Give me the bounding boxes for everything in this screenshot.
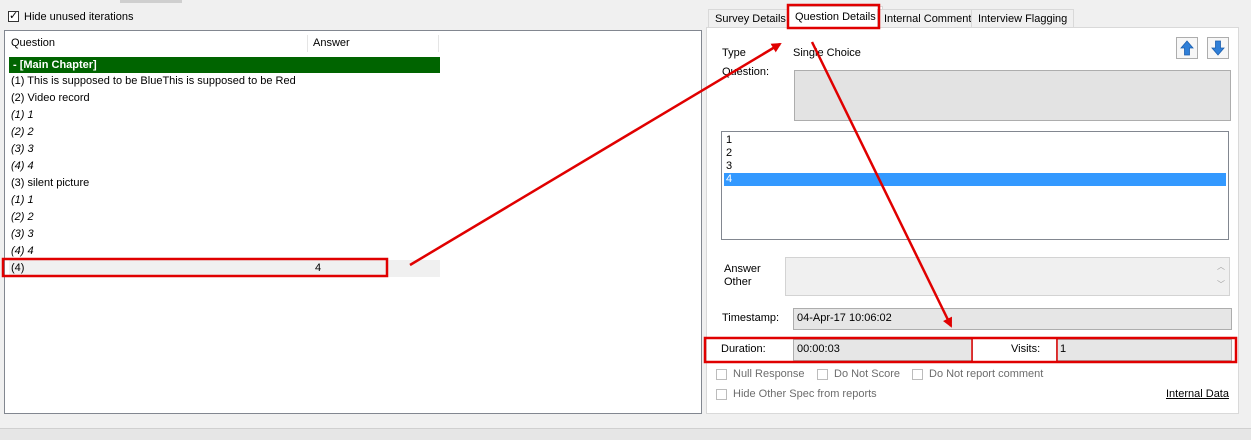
tab-question-details[interactable]: Question Details [788, 6, 883, 28]
column-header-question[interactable]: Question [6, 35, 308, 52]
visits-field: 1 [1056, 339, 1232, 361]
answer-label: Answer [724, 263, 761, 275]
question-answer-grid[interactable]: Question Answer - [Main Chapter] (1) Thi… [4, 30, 702, 414]
row-question: (4) 4 [11, 245, 34, 257]
row-question: (4) [11, 262, 25, 274]
move-up-button[interactable] [1176, 37, 1198, 59]
list-item-selected[interactable]: 4 [724, 173, 1226, 186]
scrollbar[interactable]: ︿ ﹀ [1213, 258, 1229, 295]
null-response-label: Null Response [733, 368, 805, 380]
internal-data-link[interactable]: Internal Data [1166, 388, 1229, 400]
answer-other-field[interactable]: ︿ ﹀ [785, 257, 1230, 296]
row-question: (3) 3 [11, 228, 34, 240]
hide-other-spec-label: Hide Other Spec from reports [733, 388, 877, 400]
arrow-down-icon [1211, 40, 1225, 56]
tab-interview-flagging[interactable]: Interview Flagging [971, 9, 1075, 27]
do-not-report-checkbox[interactable] [912, 369, 923, 380]
do-not-score-label: Do Not Score [834, 368, 901, 380]
null-response-checkbox[interactable] [716, 369, 727, 380]
duration-label: Duration: [721, 343, 766, 355]
arrow-up-icon [1180, 40, 1194, 56]
list-item[interactable]: 1 [724, 134, 1226, 147]
list-item[interactable]: 2 [724, 147, 1226, 160]
hide-unused-label: Hide unused iterations [24, 11, 134, 23]
duration-field: 00:00:03 [793, 339, 973, 361]
visits-value: 1 [1060, 343, 1067, 355]
column-header-answer[interactable]: Answer [308, 35, 439, 52]
chapter-row[interactable]: - [Main Chapter] [9, 57, 440, 73]
tab-internal-comment[interactable]: Internal Comment [877, 9, 979, 27]
row-question: (2) 2 [11, 126, 34, 138]
hide-unused-checkbox[interactable] [8, 9, 19, 23]
answer-options-list[interactable]: 1 2 3 4 [721, 131, 1229, 240]
question-text-field[interactable] [794, 70, 1231, 121]
row-question: (1) This is supposed to be BlueThis is s… [11, 75, 296, 87]
chevron-down-icon: ﹀ [1217, 280, 1225, 289]
row-question: (4) 4 [11, 160, 34, 172]
hide-other-spec-checkbox[interactable] [716, 389, 727, 400]
tab-survey-details[interactable]: Survey Details [708, 9, 793, 27]
row-question: (3) silent picture [11, 177, 90, 189]
visits-label: Visits: [1011, 343, 1041, 355]
move-down-button[interactable] [1207, 37, 1229, 59]
row-question: (3) 3 [11, 143, 34, 155]
top-strip-shade [120, 0, 182, 3]
row-question: (2) Video record [11, 92, 90, 104]
question-label: Question: [722, 66, 770, 78]
other-label: Other [724, 276, 752, 288]
row-question: (1) 1 [11, 109, 34, 121]
chevron-up-icon: ︿ [1217, 262, 1225, 271]
do-not-score-checkbox[interactable] [817, 369, 828, 380]
duration-value: 00:00:03 [797, 343, 840, 355]
type-label: Type [722, 47, 746, 59]
timestamp-field: 04-Apr-17 10:06:02 [793, 308, 1232, 330]
timestamp-value: 04-Apr-17 10:06:02 [797, 312, 892, 324]
list-item[interactable]: 3 [724, 160, 1226, 173]
table-row-selected[interactable]: (4) 4 [9, 260, 440, 277]
timestamp-label: Timestamp: [722, 312, 780, 324]
row-question: (1) 1 [11, 194, 34, 206]
do-not-report-label: Do Not report comment [929, 368, 1044, 380]
row-question: (2) 2 [11, 211, 34, 223]
type-value: Single Choice [793, 47, 861, 59]
row-answer: 4 [315, 262, 322, 274]
status-bar [0, 428, 1251, 440]
